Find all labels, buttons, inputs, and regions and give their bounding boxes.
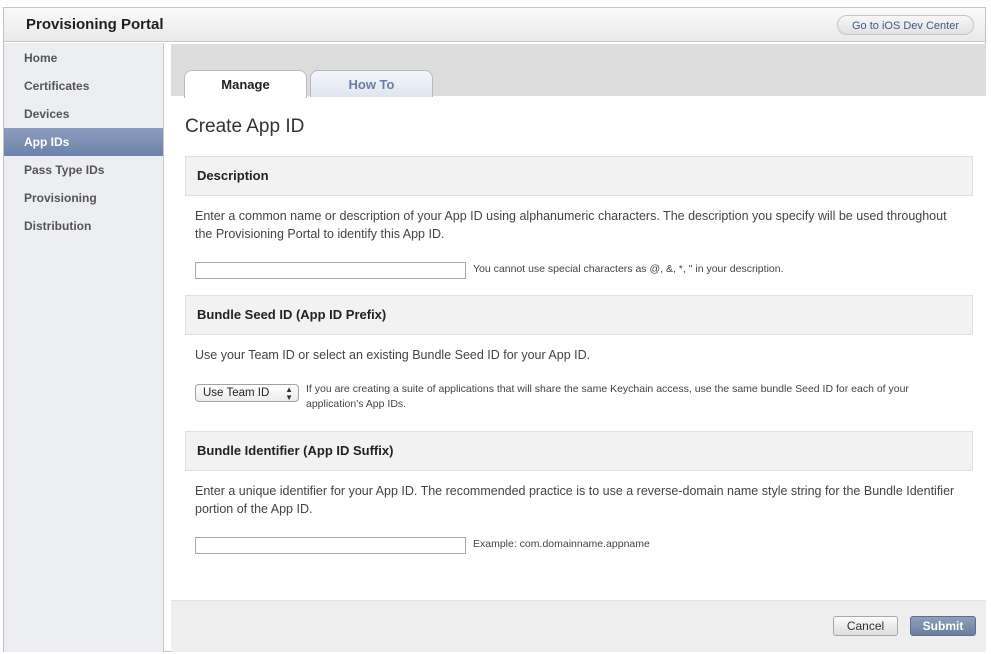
sidebar-item-certificates[interactable]: Certificates bbox=[4, 72, 163, 100]
sidebar-item-pass-type-ids[interactable]: Pass Type IDs bbox=[4, 156, 163, 184]
bundle-seed-help-text: Use your Team ID or select an existing B… bbox=[195, 348, 591, 362]
select-arrows-icon: ▲ ▼ bbox=[285, 385, 293, 402]
bundle-identifier-help-text: Enter a unique identifier for your App I… bbox=[195, 484, 955, 516]
tab-how-to[interactable]: How To bbox=[310, 70, 433, 97]
portal-title: Provisioning Portal bbox=[26, 16, 164, 33]
page-title: Create App ID bbox=[185, 116, 305, 137]
description-section-heading: Description bbox=[185, 156, 973, 196]
submit-button[interactable]: Submit bbox=[910, 616, 976, 636]
sidebar-item-provisioning[interactable]: Provisioning bbox=[4, 184, 163, 212]
bundle-identifier-hint: Example: com.domainname.appname bbox=[473, 538, 650, 550]
go-to-dev-center-button[interactable]: Go to iOS Dev Center bbox=[837, 15, 974, 35]
sidebar-item-devices[interactable]: Devices bbox=[4, 100, 163, 128]
sidebar-nav: Home Certificates Devices App IDs Pass T… bbox=[4, 43, 164, 652]
description-hint: You cannot use special characters as @, … bbox=[473, 263, 784, 275]
bundle-identifier-input[interactable] bbox=[195, 537, 466, 554]
description-input[interactable] bbox=[195, 262, 466, 279]
main-content: Manage How To Create App ID Description … bbox=[171, 44, 986, 652]
bundle-identifier-section-heading: Bundle Identifier (App ID Suffix) bbox=[185, 431, 973, 471]
bundle-seed-select-value: Use Team ID bbox=[203, 387, 270, 399]
cancel-button[interactable]: Cancel bbox=[833, 616, 898, 636]
portal-header: Provisioning Portal Go to iOS Dev Center bbox=[4, 8, 985, 42]
tab-bar: Manage How To bbox=[171, 44, 986, 98]
sidebar-item-distribution[interactable]: Distribution bbox=[4, 212, 163, 240]
description-help-text: Enter a common name or description of yo… bbox=[195, 209, 947, 241]
bundle-seed-select[interactable]: Use Team ID ▲ ▼ bbox=[195, 384, 299, 402]
tab-manage[interactable]: Manage bbox=[184, 70, 307, 98]
bundle-seed-hint: If you are creating a suite of applicati… bbox=[306, 383, 909, 410]
sidebar-item-app-ids[interactable]: App IDs bbox=[4, 128, 163, 156]
sidebar-item-home[interactable]: Home bbox=[4, 44, 163, 72]
form-footer: Cancel Submit bbox=[171, 600, 986, 652]
bundle-seed-section-heading: Bundle Seed ID (App ID Prefix) bbox=[185, 295, 973, 335]
